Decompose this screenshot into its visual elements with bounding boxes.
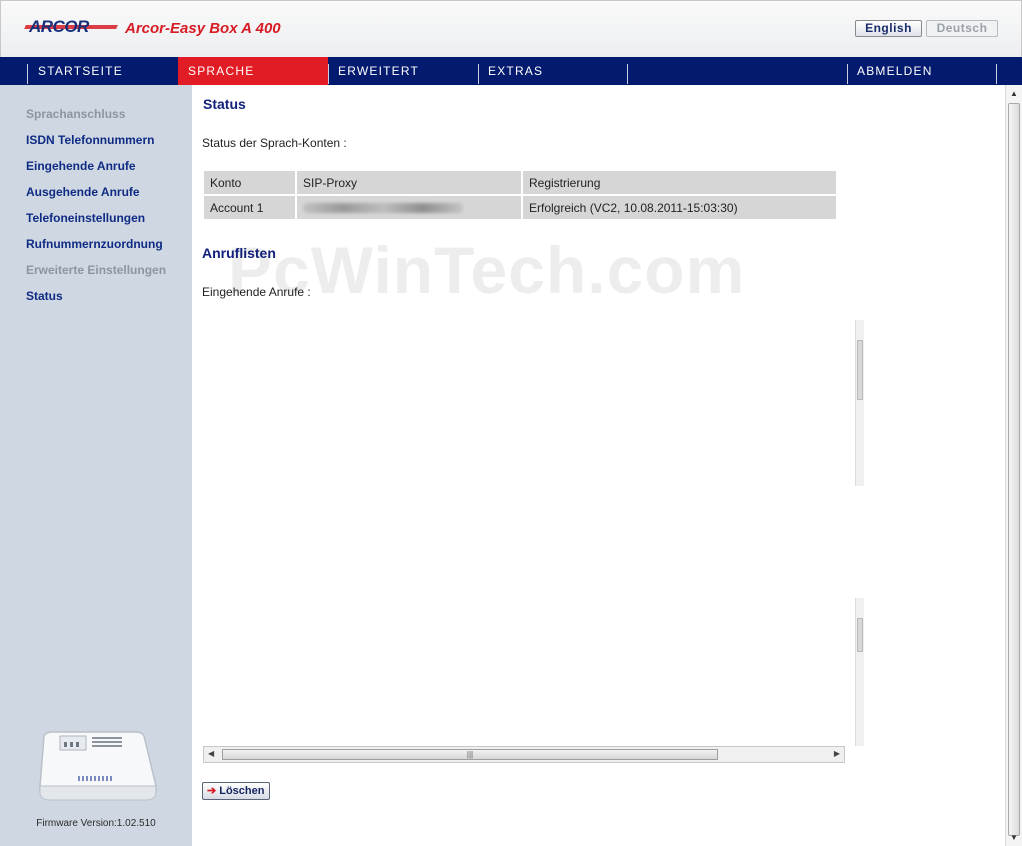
nav-separator [627, 64, 628, 84]
top-nav: STARTSEITE SPRACHE ERWEITERT EXTRAS ABME… [0, 57, 1022, 85]
scroll-down-icon[interactable]: ▼ [1010, 833, 1018, 842]
column-header-konto: Konto [204, 171, 295, 194]
column-header-registrierung: Registrierung [523, 171, 836, 194]
router-device-icon [38, 731, 158, 801]
outgoing-calls-hscrollbar[interactable]: ◀ ||| ▶ [203, 746, 845, 763]
nav-separator [996, 64, 997, 84]
english-button[interactable]: English [855, 20, 922, 37]
redacted-blur [303, 203, 463, 214]
cell-konto: Account 1 [204, 196, 295, 219]
scrollbar-thumb[interactable] [857, 618, 863, 652]
deutsch-button[interactable]: Deutsch [926, 20, 998, 37]
page-scrollbar-thumb[interactable] [1008, 103, 1020, 836]
sidebar-item-rufnummernzuordnung[interactable]: Rufnummernzuordnung [26, 237, 163, 251]
sidebar-item-ausgehende-anrufe[interactable]: Ausgehende Anrufe [26, 185, 140, 199]
status-accounts-label: Status der Sprach-Konten : [202, 136, 347, 150]
app-window: ARCOR Arcor-Easy Box A 400 English Deuts… [0, 0, 1022, 846]
delete-button[interactable]: ➔ Löschen [202, 782, 271, 800]
nav-erweitert[interactable]: ERWEITERT [328, 57, 478, 85]
nav-sprache[interactable]: SPRACHE [178, 57, 328, 85]
sidebar-item-telefoneinstellungen[interactable]: Telefoneinstellungen [26, 211, 145, 225]
nav-abmelden[interactable]: ABMELDEN [847, 57, 997, 85]
cell-sip-proxy-redacted [297, 196, 521, 219]
column-header-sip-proxy: SIP-Proxy [297, 171, 521, 194]
sidebar-item-erweiterte-einstellungen: Erweiterte Einstellungen [26, 263, 167, 277]
incoming-calls-list[interactable] [202, 318, 856, 486]
outgoing-calls-list[interactable] [202, 596, 856, 746]
nav-startseite[interactable]: STARTSEITE [28, 57, 178, 85]
eingehende-anrufe-label: Eingehende Anrufe : [202, 285, 311, 299]
page-title: Status [203, 96, 246, 112]
sidebar-item-eingehende-anrufe[interactable]: Eingehende Anrufe [26, 159, 136, 173]
scroll-left-icon[interactable]: ◀ [208, 749, 214, 758]
arcor-logo: ARCOR [29, 17, 89, 36]
cell-registrierung: Erfolgreich (VC2, 10.08.2011-15:03:30) [523, 196, 836, 219]
table-header-row: Konto SIP-Proxy Registrierung [204, 171, 836, 194]
sidebar [0, 85, 192, 846]
firmware-version: Firmware Version:1.02.510 [36, 818, 156, 829]
scrollbar-thumb[interactable]: ||| [222, 749, 718, 760]
sidebar-item-status[interactable]: Status [26, 289, 63, 303]
sidebar-item-sprachanschluss: Sprachanschluss [26, 107, 126, 121]
scroll-up-icon[interactable]: ▲ [1010, 89, 1018, 98]
anruflisten-title: Anruflisten [202, 245, 276, 261]
product-title: Arcor-Easy Box A 400 [125, 20, 281, 37]
accounts-table: Konto SIP-Proxy Registrierung Account 1 … [202, 169, 838, 221]
table-row: Account 1 Erfolgreich (VC2, 10.08.2011-1… [204, 196, 836, 219]
delete-button-label: Löschen [219, 785, 265, 797]
nav-extras[interactable]: EXTRAS [478, 57, 628, 85]
scrollbar-thumb[interactable] [857, 340, 863, 400]
sidebar-item-isdn-telefonnummern[interactable]: ISDN Telefonnummern [26, 133, 154, 147]
arrow-right-icon: ➔ [207, 785, 217, 797]
header: ARCOR Arcor-Easy Box A 400 English Deuts… [0, 0, 1022, 57]
page-scrollbar[interactable]: ▲ ▼ [1005, 85, 1022, 846]
incoming-calls-scrollbar[interactable] [855, 320, 864, 486]
scroll-right-icon[interactable]: ▶ [834, 749, 840, 758]
outgoing-calls-vscrollbar[interactable] [855, 598, 864, 746]
